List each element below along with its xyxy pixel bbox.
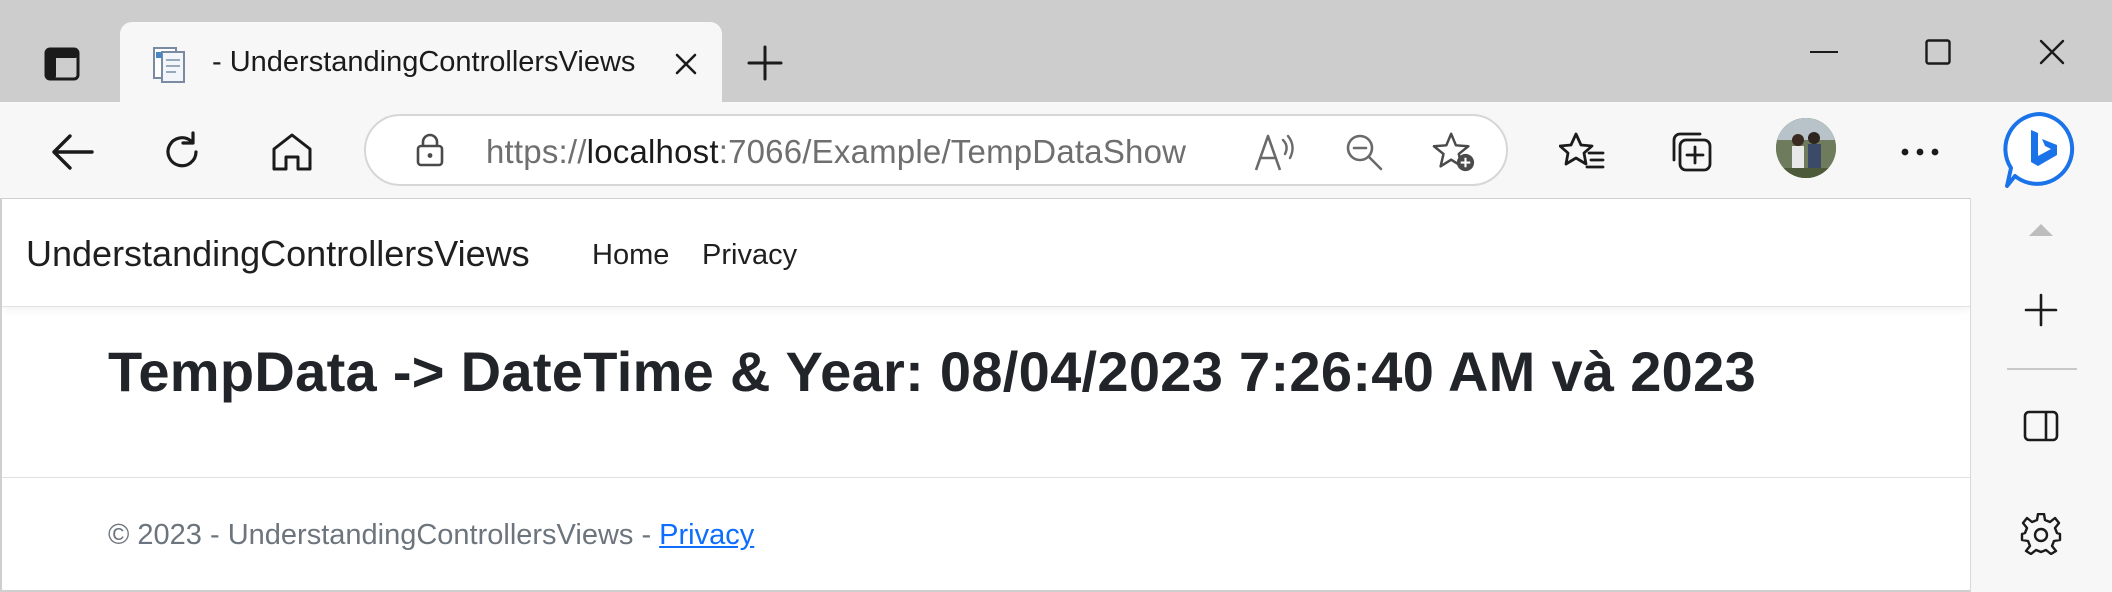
- page-icon: [150, 44, 190, 84]
- favorites-icon: [1559, 132, 1605, 169]
- nav-home[interactable]: Home: [592, 239, 669, 272]
- close-tab-button[interactable]: [666, 44, 706, 84]
- profile-avatar[interactable]: [1776, 118, 1836, 178]
- tab-title: - UnderstandingControllersViews: [212, 46, 636, 78]
- read-aloud-button[interactable]: [1252, 130, 1296, 174]
- read-aloud-icon: [1254, 134, 1294, 171]
- favorites-button[interactable]: [1554, 124, 1610, 180]
- sidebar-scroll-up[interactable]: [2009, 198, 2073, 262]
- lock-icon[interactable]: [410, 130, 450, 170]
- site-footer: © 2023 - UnderstandingControllersViews -…: [108, 519, 754, 552]
- sidebar-settings-button[interactable]: [2009, 502, 2073, 566]
- add-favorite-icon: [1432, 132, 1475, 172]
- chevron-up-icon: [2029, 224, 2053, 236]
- more-icon: [1901, 148, 1939, 156]
- tab-actions-button[interactable]: [38, 40, 86, 88]
- collections-button[interactable]: [1664, 124, 1720, 180]
- nav-privacy[interactable]: Privacy: [702, 239, 797, 272]
- address-bar[interactable]: https://localhost:7066/Example/TempDataS…: [364, 114, 1508, 186]
- footer-divider: [2, 477, 1970, 478]
- edge-sidebar: [1970, 198, 2112, 592]
- url-host: localhost: [586, 133, 719, 170]
- footer-text: © 2023 - UnderstandingControllersViews -: [108, 519, 660, 551]
- refresh-button[interactable]: [154, 124, 210, 180]
- gear-icon: [2020, 513, 2062, 555]
- url-path: :7066/Example/TempDataShow: [718, 133, 1187, 170]
- plus-icon: [747, 45, 783, 81]
- close-icon: [675, 53, 697, 75]
- url-text[interactable]: https://localhost:7066/Example/TempDataS…: [486, 132, 1186, 172]
- plus-icon: [2024, 293, 2058, 327]
- bing-icon: [2003, 112, 2075, 188]
- back-button[interactable]: [44, 124, 100, 180]
- footer-privacy-link[interactable]: Privacy: [659, 519, 754, 551]
- bing-chat-button[interactable]: [2000, 110, 2080, 190]
- minimize-button[interactable]: [1794, 22, 1854, 82]
- site-navbar: UnderstandingControllersViews Home Priva…: [2, 199, 1970, 307]
- back-icon: [52, 134, 94, 170]
- home-button[interactable]: [264, 124, 320, 180]
- collections-icon: [1672, 132, 1712, 172]
- new-tab-button[interactable]: [740, 38, 790, 88]
- browser-toolbar: https://localhost:7066/Example/TempDataS…: [0, 102, 2112, 198]
- close-window-button[interactable]: [2022, 22, 2082, 82]
- maximize-button[interactable]: [1908, 22, 1968, 82]
- sidebar-divider: [2007, 368, 2077, 370]
- zoom-out-button[interactable]: [1342, 130, 1386, 174]
- active-tab[interactable]: - UnderstandingControllersViews: [120, 22, 722, 102]
- home-icon: [272, 133, 312, 171]
- site-brand[interactable]: UnderstandingControllersViews: [26, 233, 530, 275]
- maximize-icon: [1925, 39, 1951, 65]
- close-window-icon: [2039, 39, 2065, 65]
- tab-strip: - UnderstandingControllersViews: [0, 0, 2112, 102]
- zoom-out-icon: [1346, 134, 1383, 171]
- sidebar-add-button[interactable]: [2009, 278, 2073, 342]
- sidebar-toggle-button[interactable]: [2009, 394, 2073, 458]
- url-scheme: https://: [486, 133, 587, 170]
- page-viewport: UnderstandingControllersViews Home Priva…: [2, 198, 1970, 590]
- more-button[interactable]: [1892, 124, 1948, 180]
- sidebar-panel-icon: [2023, 410, 2059, 442]
- tab-actions-icon: [44, 47, 80, 81]
- refresh-icon: [166, 131, 198, 168]
- add-favorite-button[interactable]: [1432, 130, 1476, 174]
- minimize-icon: [1810, 51, 1838, 53]
- page-heading: TempData -> DateTime & Year: 08/04/2023 …: [108, 340, 1757, 403]
